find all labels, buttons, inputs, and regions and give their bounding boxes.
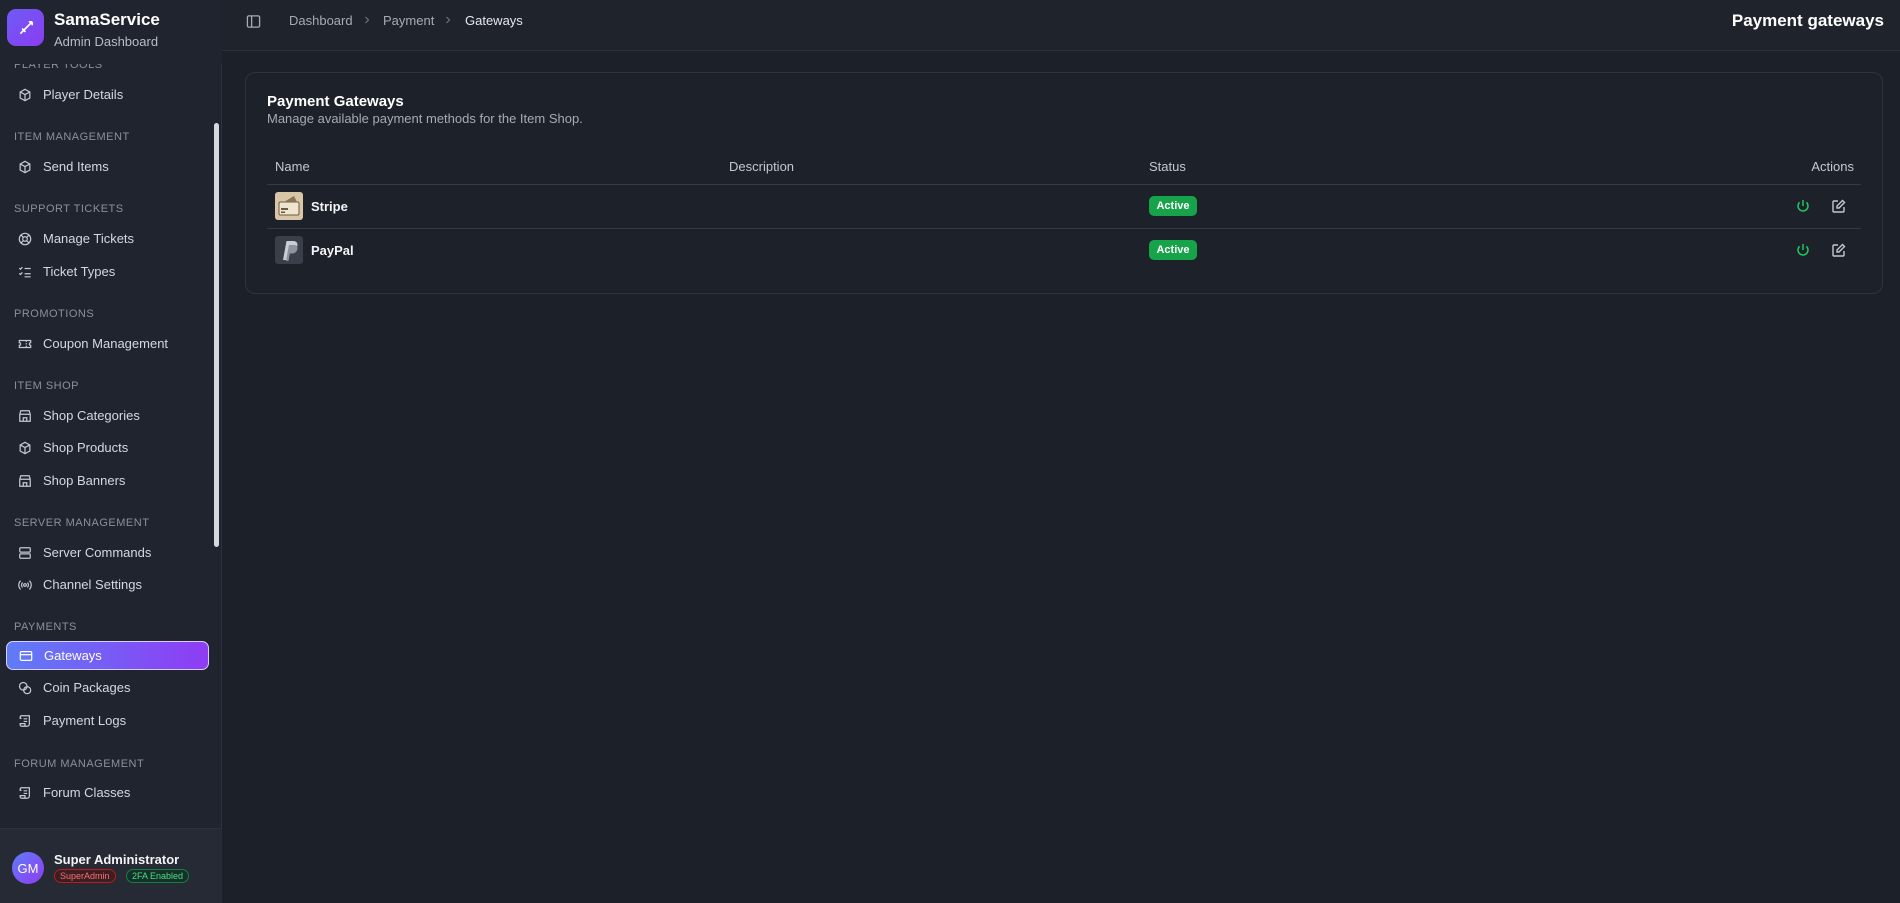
column-header-description: Description bbox=[729, 159, 795, 174]
radio-icon bbox=[18, 579, 32, 590]
power-icon[interactable] bbox=[1795, 242, 1811, 258]
brand-subtitle: Admin Dashboard bbox=[54, 34, 159, 49]
breadcrumb-dashboard[interactable]: Dashboard bbox=[289, 13, 353, 28]
sidebar-toggle-icon[interactable] bbox=[246, 14, 261, 29]
section-label-item-shop: Item Shop bbox=[14, 380, 80, 392]
sidebar-item-label: Coin Packages bbox=[43, 680, 131, 695]
topbar: Dashboard Payment Gateways Payment gatew… bbox=[222, 0, 1900, 51]
scroll-icon bbox=[19, 714, 30, 727]
sidebar-item-manage-tickets[interactable]: Manage Tickets bbox=[6, 224, 209, 253]
sidebar-scrollbar[interactable] bbox=[214, 123, 219, 547]
table-divider bbox=[267, 184, 1861, 185]
table-divider bbox=[267, 228, 1861, 229]
section-label-payments: Payments bbox=[14, 621, 77, 633]
sidebar-item-forum-classes[interactable]: Forum Classes bbox=[6, 778, 209, 807]
coins-icon bbox=[18, 681, 32, 694]
sidebar-item-label: Shop Products bbox=[43, 440, 129, 455]
lifebuoy-icon bbox=[18, 232, 32, 245]
edit-icon[interactable] bbox=[1831, 198, 1847, 214]
sidebar-item-label: Manage Tickets bbox=[43, 231, 135, 246]
power-icon[interactable] bbox=[1795, 198, 1811, 214]
sidebar-item-label: Player Details bbox=[43, 87, 124, 102]
cube-icon bbox=[19, 88, 31, 101]
sidebar-item-payment-logs[interactable]: Payment Logs bbox=[6, 706, 209, 735]
sidebar-item-coin-packages[interactable]: Coin Packages bbox=[6, 673, 209, 702]
column-header-status: Status bbox=[1149, 159, 1186, 174]
page-title: Payment gateways bbox=[1731, 11, 1884, 30]
section-label-support-tickets: Support Tickets bbox=[14, 203, 124, 215]
card-title: Payment Gateways bbox=[267, 93, 404, 110]
brand[interactable]: SamaService Admin Dashboard bbox=[0, 0, 222, 64]
card-subtitle: Manage available payment methods for the… bbox=[267, 111, 583, 126]
sidebar-item-label: Channel Settings bbox=[43, 577, 143, 592]
status-badge: Active bbox=[1149, 196, 1197, 216]
sidebar-item-coupon-management[interactable]: Coupon Management bbox=[6, 329, 209, 358]
brand-title: SamaService bbox=[54, 10, 160, 29]
edit-icon[interactable] bbox=[1831, 242, 1847, 258]
sidebar-item-label: Ticket Types bbox=[43, 264, 116, 279]
sidebar-nav: Player Tools Player Details Item Managem… bbox=[0, 0, 222, 826]
gateway-name: Stripe bbox=[311, 199, 348, 214]
column-header-actions: Actions bbox=[1811, 159, 1854, 174]
sidebar-item-label: Shop Categories bbox=[43, 408, 140, 423]
scroll-icon bbox=[19, 786, 30, 799]
gateway-name: PayPal bbox=[311, 243, 354, 258]
store-icon bbox=[19, 409, 31, 422]
sidebar-item-player-details[interactable]: Player Details bbox=[6, 80, 209, 109]
server-icon bbox=[19, 546, 31, 559]
cube-icon bbox=[19, 160, 31, 173]
sidebar-item-label: Coupon Management bbox=[43, 336, 169, 351]
payment-gateways-card bbox=[245, 72, 1883, 294]
store-icon bbox=[19, 474, 31, 487]
section-label-server-management: Server Management bbox=[14, 517, 150, 529]
avatar[interactable]: GM bbox=[12, 852, 44, 884]
sidebar-item-send-items[interactable]: Send Items bbox=[6, 152, 209, 181]
breadcrumb-payment[interactable]: Payment bbox=[383, 13, 434, 28]
breadcrumb-gateways: Gateways bbox=[465, 13, 523, 28]
sidebar: Player Tools Player Details Item Managem… bbox=[0, 0, 222, 903]
section-label-forum-management: Forum Management bbox=[14, 758, 145, 770]
credit-card-icon bbox=[19, 650, 33, 661]
section-label-promotions: Promotions bbox=[14, 308, 95, 320]
sidebar-item-label: Payment Logs bbox=[43, 713, 127, 728]
user-name: Super Administrator bbox=[54, 852, 180, 867]
sidebar-item-label: Shop Banners bbox=[43, 473, 126, 488]
stripe-logo-icon bbox=[275, 192, 303, 220]
sidebar-item-ticket-types[interactable]: Ticket Types bbox=[6, 257, 209, 286]
sidebar-item-label: Gateways bbox=[44, 648, 102, 663]
sidebar-item-server-commands[interactable]: Server Commands bbox=[6, 538, 209, 567]
sidebar-item-shop-banners[interactable]: Shop Banners bbox=[6, 466, 209, 495]
sidebar-item-channel-settings[interactable]: Channel Settings bbox=[6, 570, 209, 599]
sidebar-item-label: Send Items bbox=[43, 159, 109, 174]
twofa-badge: 2FA Enabled bbox=[126, 869, 190, 883]
list-check-icon bbox=[18, 266, 31, 277]
role-badge: SuperAdmin bbox=[54, 869, 116, 883]
section-label-item-management: Item Management bbox=[14, 131, 130, 143]
chevron-right-icon bbox=[365, 16, 370, 24]
sidebar-item-gateways[interactable]: Gateways bbox=[6, 641, 209, 670]
sidebar-item-label: Server Commands bbox=[43, 545, 152, 560]
paypal-logo-icon bbox=[275, 236, 303, 264]
ticket-icon bbox=[18, 339, 32, 348]
cube-icon bbox=[19, 441, 31, 454]
sidebar-item-label: Forum Classes bbox=[43, 785, 131, 800]
column-header-name: Name bbox=[275, 159, 310, 174]
sword-icon bbox=[7, 9, 44, 46]
sidebar-item-shop-categories[interactable]: Shop Categories bbox=[6, 401, 209, 430]
status-badge: Active bbox=[1149, 240, 1197, 260]
sidebar-item-shop-products[interactable]: Shop Products bbox=[6, 433, 209, 462]
chevron-right-icon bbox=[446, 16, 451, 24]
